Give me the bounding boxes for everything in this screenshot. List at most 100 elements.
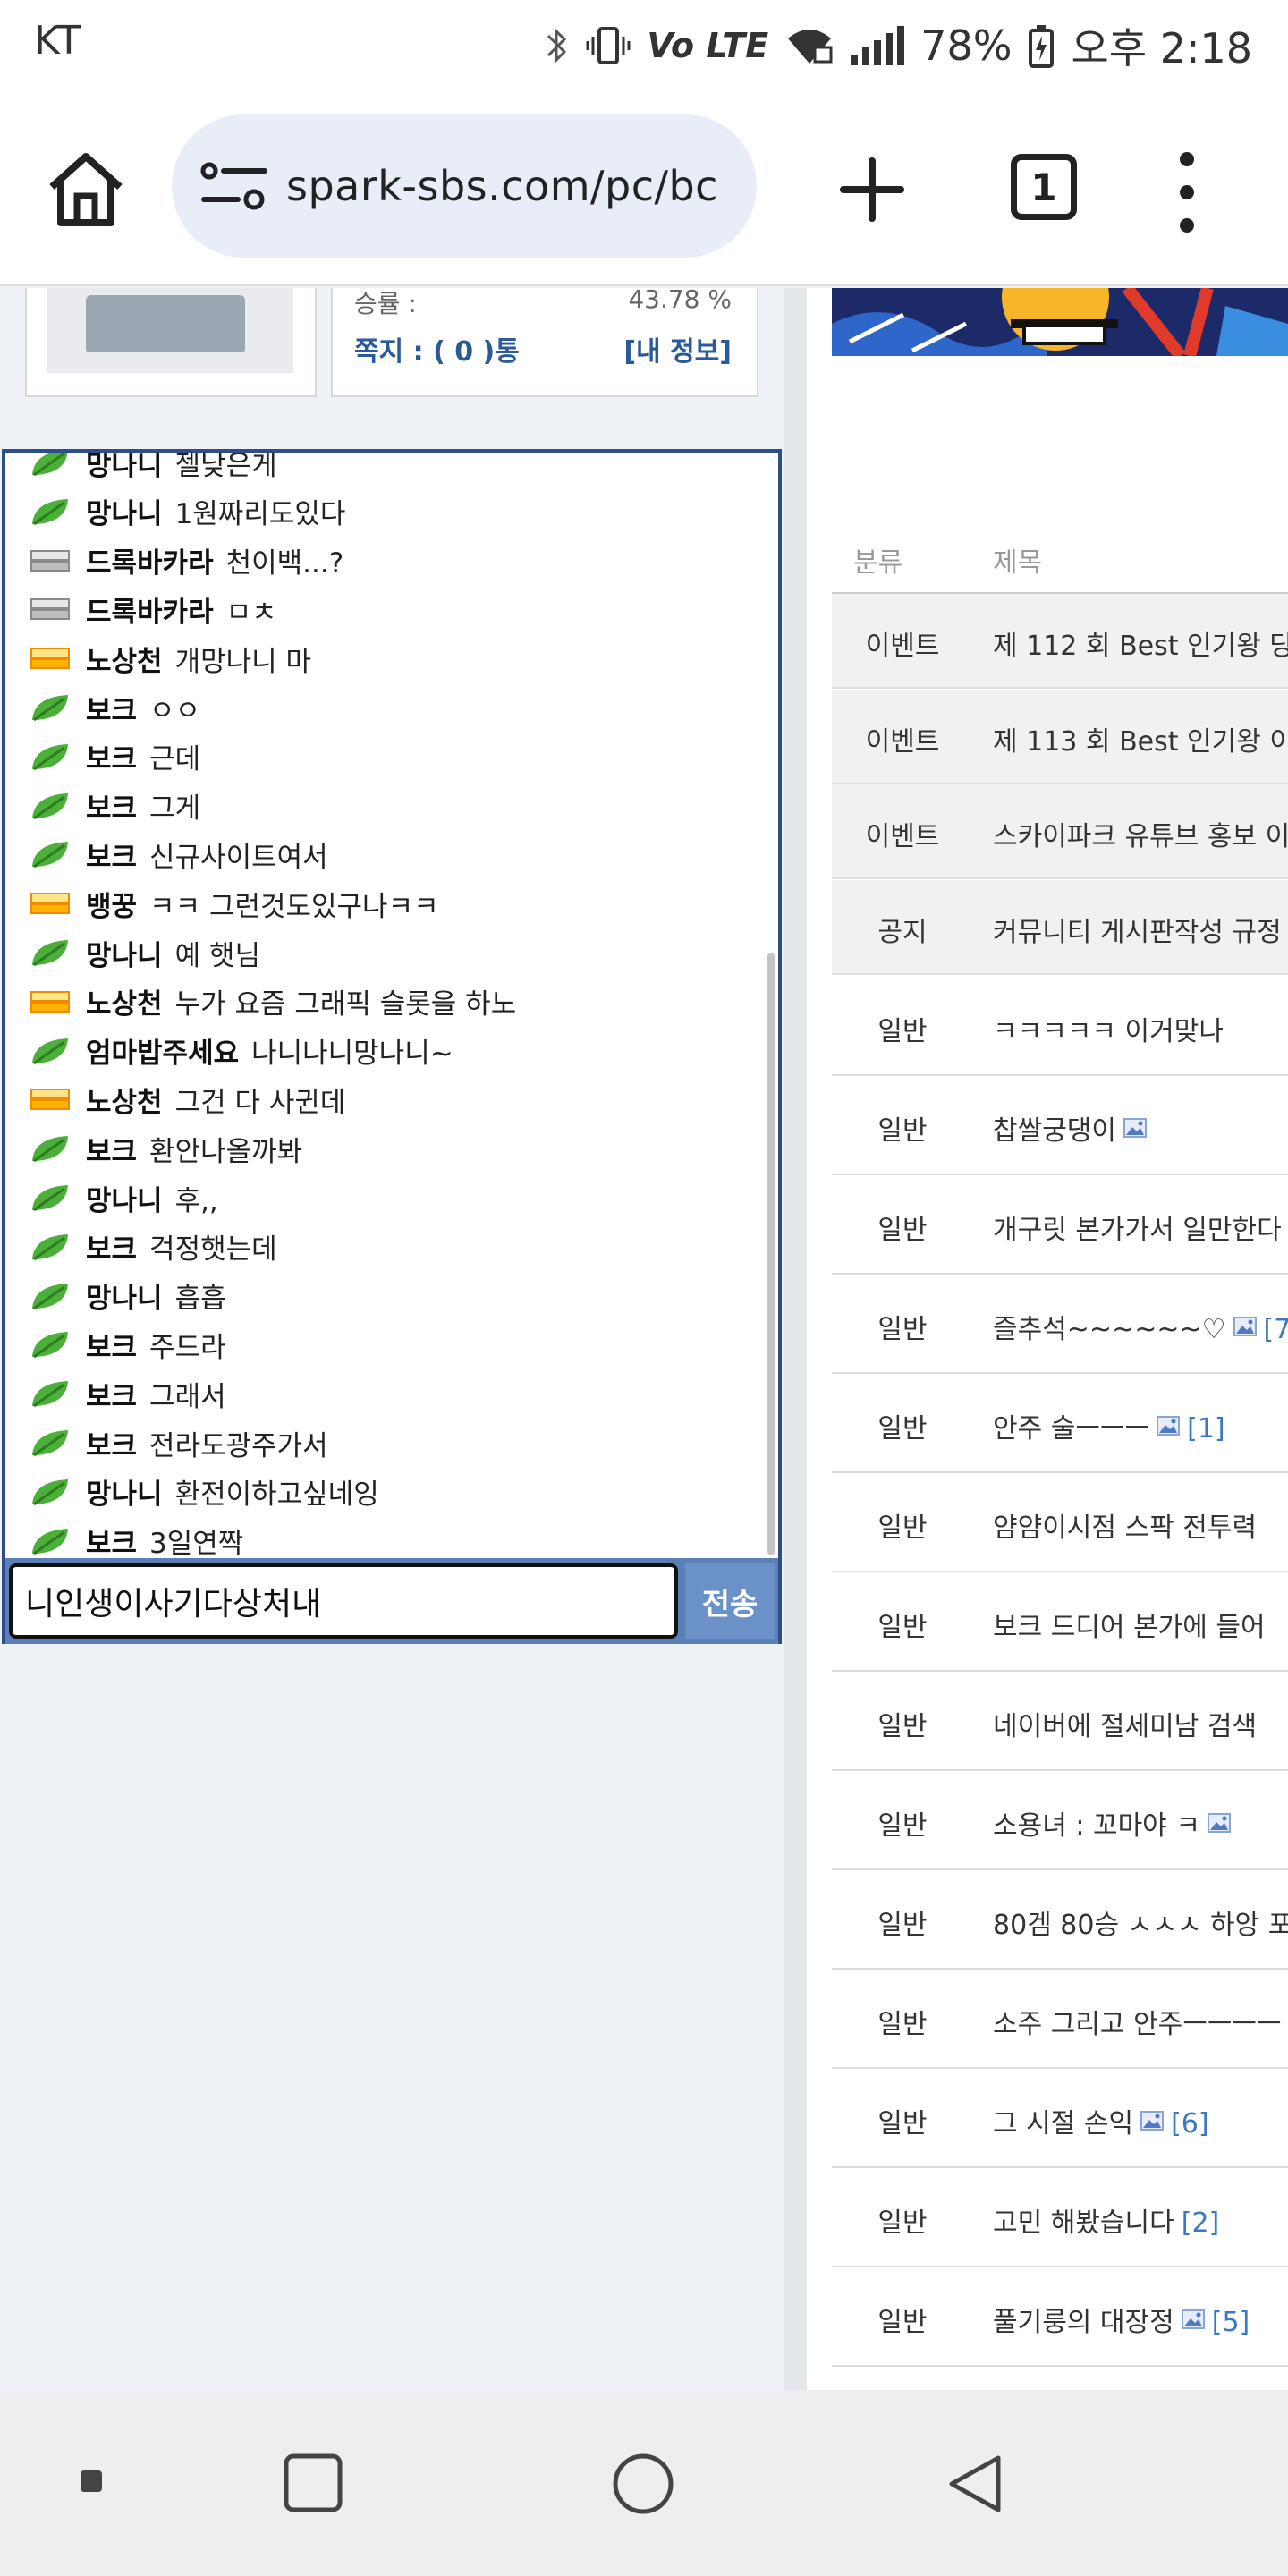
- board-row[interactable]: 일반 개구릿 본가가서 일만한다: [832, 1176, 1288, 1275]
- chat-nickname[interactable]: 엄마밥주세요: [86, 1030, 239, 1071]
- row-title[interactable]: 즐추석~~~~~~♡ [7: [993, 1307, 1288, 1346]
- site-settings-icon[interactable]: [199, 155, 270, 217]
- recent-dot-icon[interactable]: [80, 2470, 102, 2492]
- row-title-text[interactable]: 커뮤니티 게시판작성 규정: [993, 917, 1282, 948]
- row-title-text[interactable]: 제 112 회 Best 인기왕 당: [993, 631, 1288, 662]
- board-row[interactable]: 일반 찹쌀궁댕이: [832, 1077, 1288, 1175]
- row-title[interactable]: 그 시절 손익 [6]: [993, 2101, 1209, 2140]
- chat-nickname[interactable]: 보크: [86, 835, 137, 875]
- chat-nickname[interactable]: 보크: [86, 688, 137, 728]
- banner-image[interactable]: [832, 288, 1288, 356]
- row-title-text[interactable]: 그 시절 손익: [993, 2108, 1133, 2140]
- row-title-text[interactable]: 소용녀 : 꼬마야 ㅋ: [993, 1810, 1200, 1842]
- row-title[interactable]: 80겜 80승 ㅅㅅㅅ 하앙 포: [993, 1902, 1288, 1942]
- row-title-text[interactable]: 찹쌀궁댕이: [993, 1115, 1116, 1147]
- row-title[interactable]: 커뮤니티 게시판작성 규정: [993, 910, 1282, 949]
- row-title-text[interactable]: 즐추석~~~~~~♡: [993, 1314, 1226, 1345]
- chat-nickname[interactable]: 노상천: [86, 1080, 163, 1120]
- board-row[interactable]: 일반 ㅋㅋㅋㅋㅋ 이거맞나: [832, 978, 1288, 1076]
- row-title-text[interactable]: 고민 해봤습니다: [993, 2207, 1174, 2239]
- board-row[interactable]: 공지 커뮤니티 게시판작성 규정: [832, 880, 1288, 975]
- board-row[interactable]: 일반 풀기룽의 대장정 [5]: [832, 2268, 1288, 2367]
- level-gold-icon: [30, 648, 70, 670]
- board-row[interactable]: 일반 소주 그리고 안주ㅡㅡㅡㅡ: [832, 1970, 1288, 2069]
- board-row[interactable]: 일반 고민 해봤습니다 [2]: [832, 2169, 1288, 2267]
- row-title-text[interactable]: 보크 드디어 본가에 들어: [993, 1612, 1266, 1643]
- board-row[interactable]: 이벤트 제 112 회 Best 인기왕 당: [832, 594, 1288, 689]
- row-title[interactable]: 고민 해봤습니다 [2]: [993, 2200, 1219, 2240]
- board-row[interactable]: 일반 80겜 80승 ㅅㅅㅅ 하앙 포: [832, 1871, 1288, 1970]
- row-title[interactable]: ㅋㅋㅋㅋㅋ 이거맞나: [993, 1009, 1224, 1048]
- chat-nickname[interactable]: 뱅꿍: [86, 884, 137, 924]
- row-title-text[interactable]: 풀기룽의 대장정: [993, 2307, 1174, 2338]
- row-title[interactable]: 네이버에 절세미남 검색: [993, 1704, 1257, 1743]
- row-title-text[interactable]: 소주 그리고 안주ㅡㅡㅡㅡ: [993, 2009, 1282, 2040]
- row-title[interactable]: 안주 술ㅡㅡㅡ [1]: [993, 1406, 1225, 1445]
- chat-nickname[interactable]: 노상천: [86, 639, 163, 679]
- board-row[interactable]: 일반 보크 드디어 본가에 들어: [832, 1573, 1288, 1672]
- row-title[interactable]: 풀기룽의 대장정 [5]: [993, 2300, 1250, 2339]
- chat-nickname[interactable]: 노상천: [86, 981, 163, 1021]
- row-title-text[interactable]: 80겜 80승 ㅅㅅㅅ 하앙 포: [993, 1910, 1288, 1941]
- board-table-header: 분류 제목: [832, 519, 1288, 594]
- chat-nickname[interactable]: 망나니: [86, 1471, 163, 1512]
- row-title-text[interactable]: 스카이파크 유튜브 홍보 이: [993, 821, 1288, 852]
- new-tab-plus-icon[interactable]: [836, 154, 908, 225]
- row-title[interactable]: 개구릿 본가가서 일만한다: [993, 1208, 1282, 1247]
- chat-message: 근데: [149, 743, 201, 776]
- board-row[interactable]: 이벤트 제 113 회 Best 인기왕 이: [832, 690, 1288, 784]
- row-title[interactable]: 소용녀 : 꼬마야 ㅋ: [993, 1803, 1231, 1843]
- chat-nickname[interactable]: 보크: [86, 1129, 137, 1169]
- chat-message: 젤낮은게: [174, 453, 277, 482]
- row-title[interactable]: 소주 그리고 안주ㅡㅡㅡㅡ: [993, 2002, 1282, 2041]
- chat-nickname[interactable]: 드록바카라: [86, 540, 214, 580]
- row-title-text[interactable]: 얌얌이시점 스팍 전투력: [993, 1513, 1257, 1544]
- chat-nickname[interactable]: 보크: [86, 736, 137, 776]
- row-title-text[interactable]: 개구릿 본가가서 일만한다: [993, 1215, 1282, 1246]
- chat-nickname[interactable]: 드록바카라: [86, 589, 214, 630]
- more-vert-icon[interactable]: [1174, 152, 1200, 233]
- chat-nickname[interactable]: 보크: [86, 1423, 137, 1463]
- chat-nickname[interactable]: 망나니: [86, 933, 163, 973]
- board-row[interactable]: 일반 그 시절 손익 [6]: [832, 2070, 1288, 2168]
- chat-scrollbar[interactable]: [767, 953, 775, 1555]
- row-title-text[interactable]: 제 113 회 Best 인기왕 이: [993, 726, 1288, 758]
- row-title[interactable]: 보크 드디어 본가에 들어: [993, 1605, 1266, 1644]
- chat-nickname[interactable]: 보크: [86, 1226, 137, 1267]
- row-title[interactable]: 제 112 회 Best 인기왕 당: [993, 623, 1288, 663]
- home-circle-icon[interactable]: [612, 2453, 674, 2515]
- chat-nickname[interactable]: 보크: [86, 1325, 137, 1365]
- overview-square-icon[interactable]: [283, 2453, 343, 2513]
- row-title[interactable]: 제 113 회 Best 인기왕 이: [993, 719, 1288, 758]
- chat-nickname[interactable]: 보크: [86, 1374, 137, 1414]
- chat-nickname[interactable]: 망나니: [86, 491, 163, 531]
- board-row[interactable]: 일반 안주 술ㅡㅡㅡ [1]: [832, 1375, 1288, 1473]
- chat-nickname[interactable]: 망나니: [86, 1275, 163, 1316]
- row-title-text[interactable]: ㅋㅋㅋㅋㅋ 이거맞나: [993, 1016, 1224, 1047]
- chat-nickname[interactable]: 보크: [86, 785, 137, 826]
- back-triangle-icon[interactable]: [943, 2453, 1005, 2515]
- chat-nickname[interactable]: 보크: [86, 1521, 137, 1558]
- board-row[interactable]: 일반 소용녀 : 꼬마야 ㅋ: [832, 1772, 1288, 1870]
- url-text[interactable]: spark-sbs.com/pc/bc: [286, 162, 718, 210]
- board-row[interactable]: 일반 얌얌이시점 스팍 전투력: [832, 1474, 1288, 1572]
- row-title-text[interactable]: 네이버에 절세미남 검색: [993, 1711, 1257, 1742]
- chat-input[interactable]: [9, 1563, 678, 1639]
- chat-line: 보크 ㅇㅇ: [29, 683, 200, 732]
- my-info-link[interactable]: [내 정보]: [623, 329, 732, 369]
- board-row[interactable]: 이벤트 스카이파크 유튜브 홍보 이: [832, 784, 1288, 879]
- send-button[interactable]: 전송: [685, 1563, 775, 1639]
- home-icon[interactable]: [45, 148, 127, 230]
- chat-messages[interactable]: 망나니 젤낮은게 망나니 1원짜리도있다 드록바카라 천이백...? 드록바카라 ㅁㅊ 노상천 개…: [5, 453, 776, 1558]
- row-title-text[interactable]: 안주 술ㅡㅡㅡ: [993, 1413, 1149, 1445]
- chat-nickname[interactable]: 망나니: [86, 453, 163, 483]
- row-title[interactable]: 스카이파크 유튜브 홍보 이: [993, 814, 1288, 853]
- board-row[interactable]: 일반 네이버에 절세미남 검색: [832, 1673, 1288, 1771]
- address-bar[interactable]: spark-sbs.com/pc/bc: [172, 114, 757, 258]
- board-row[interactable]: 일반 즐추석~~~~~~♡ [7: [832, 1275, 1288, 1374]
- memo-link[interactable]: 쪽지 : ( 0 )통: [354, 329, 520, 369]
- tab-switcher-icon[interactable]: 1: [1011, 154, 1077, 220]
- row-title[interactable]: 찹쌀궁댕이: [993, 1108, 1147, 1148]
- row-title[interactable]: 얌얌이시점 스팍 전투력: [993, 1505, 1257, 1545]
- chat-nickname[interactable]: 망나니: [86, 1178, 163, 1218]
